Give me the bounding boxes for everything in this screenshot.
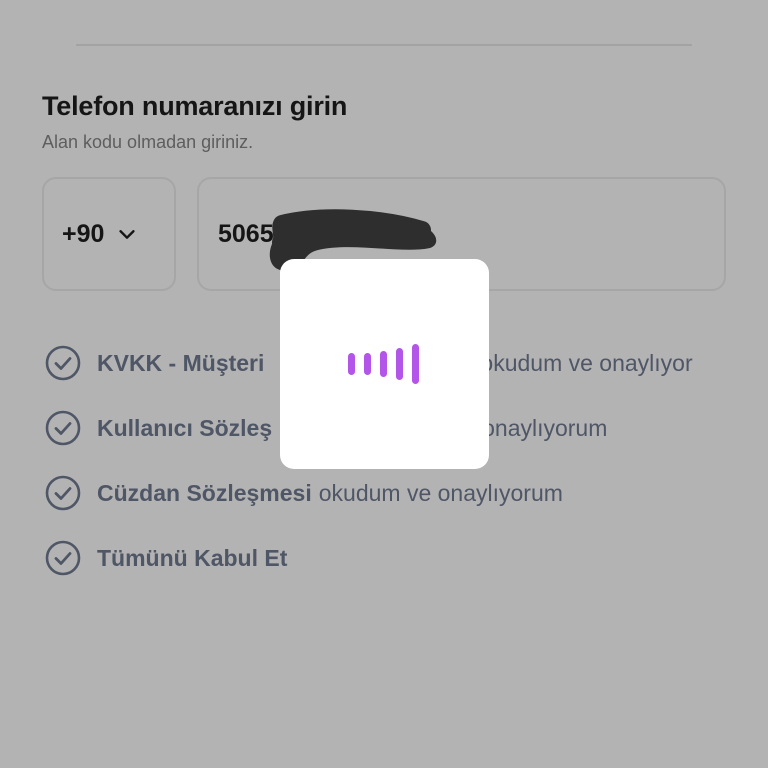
consent-accept-all[interactable]: Tümünü Kabul Et	[45, 540, 287, 576]
check-circle-icon	[45, 540, 81, 576]
chevron-down-icon	[119, 230, 136, 239]
consent-text: okudum ve onaylıyor	[480, 349, 693, 376]
consent-text: onaylıyorum	[482, 414, 608, 441]
loading-bars-icon	[348, 344, 419, 384]
page-subtitle: Alan kodu olmadan giriniz.	[42, 132, 254, 152]
page-title: Telefon numaranızı girin	[42, 91, 348, 121]
top-divider	[76, 44, 692, 46]
loading-dialog	[280, 259, 489, 469]
check-circle-icon	[45, 410, 81, 446]
country-code-select[interactable]: +90	[42, 177, 176, 291]
consent-text: okudum ve onaylıyorum	[318, 479, 563, 506]
phone-login-screen: Telefon numaranızı girin Alan kodu olmad…	[0, 0, 768, 768]
consent-link[interactable]: Kullanıcı Sözleş	[97, 415, 272, 442]
consent-link[interactable]: KVKK - Müşteri	[97, 350, 264, 377]
consent-wallet-agreement[interactable]: Cüzdan Sözleşmesi okudum ve onaylıyorum	[45, 475, 563, 511]
check-circle-icon	[45, 475, 81, 511]
check-circle-icon	[45, 345, 81, 381]
consent-link[interactable]: Cüzdan Sözleşmesi	[97, 480, 312, 507]
country-code-value: +90	[62, 219, 105, 248]
accept-all-label[interactable]: Tümünü Kabul Et	[97, 545, 287, 572]
